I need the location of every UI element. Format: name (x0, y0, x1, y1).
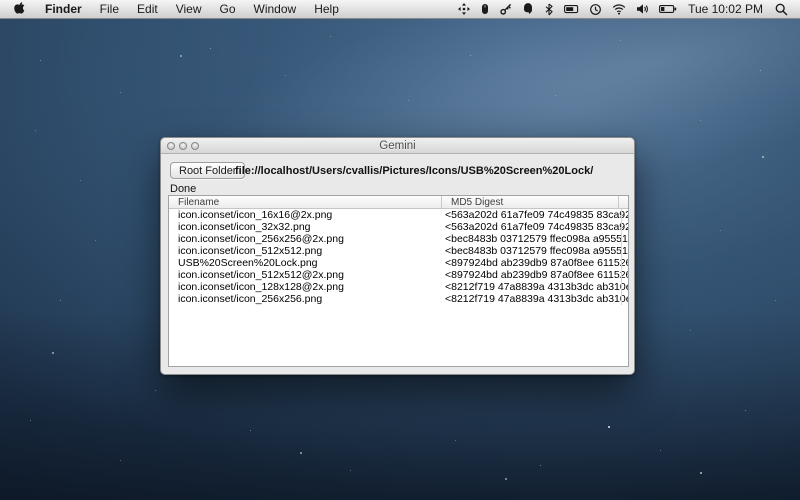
menu-bar-left: Finder File Edit View Go Window Help (0, 0, 348, 18)
cell-md5: <563a202d 61a7fe09 74c49835 83ca92e1> (442, 209, 628, 221)
apple-menu[interactable] (0, 0, 36, 18)
cell-md5: <8212f719 47a8839a 4313b3dc ab310e39> (442, 281, 628, 293)
status-label: Done (170, 183, 196, 195)
cell-filename: icon.iconset/icon_16x16@2x.png (169, 209, 442, 221)
menu-item-go[interactable]: Go (211, 0, 245, 18)
menu-item-window[interactable]: Window (245, 0, 306, 18)
column-divider (621, 209, 622, 305)
menu-item-finder[interactable]: Finder (36, 0, 91, 18)
table-row[interactable]: icon.iconset/icon_512x512.png <bec8483b … (169, 245, 628, 257)
menu-bar-clock[interactable]: Tue 10:02 PM (682, 0, 771, 19)
table-row[interactable]: icon.iconset/icon_256x256@2x.png <bec848… (169, 233, 628, 245)
cell-filename: icon.iconset/icon_128x128@2x.png (169, 281, 442, 293)
table-body: icon.iconset/icon_16x16@2x.png <563a202d… (169, 209, 628, 305)
cell-md5: <897924bd ab239db9 87a0f8ee 611526c5> (442, 269, 628, 281)
spotlight-icon[interactable] (771, 0, 800, 18)
cell-filename: icon.iconset/icon_256x256@2x.png (169, 233, 442, 245)
cell-md5: <897924bd ab239db9 87a0f8ee 611526c5> (442, 257, 628, 269)
table-row[interactable]: USB%20Screen%20Lock.png <897924bd ab239d… (169, 257, 628, 269)
cell-filename: icon.iconset/icon_32x32.png (169, 221, 442, 233)
gemini-window: Gemini Root Folder file://localhost/User… (160, 137, 635, 375)
bluetooth-icon[interactable] (539, 0, 559, 18)
table-row[interactable]: icon.iconset/icon_32x32.png <563a202d 61… (169, 221, 628, 233)
title-bar[interactable]: Gemini (161, 138, 634, 154)
evernote-icon[interactable] (517, 0, 539, 18)
menu-bar-status-area: Tue 10:02 PM (453, 0, 800, 18)
apple-logo-icon (14, 1, 26, 18)
table-header: Filename MD5 Digest (169, 196, 628, 209)
cell-filename: icon.iconset/icon_256x256.png (169, 293, 442, 305)
table-row[interactable]: icon.iconset/icon_16x16@2x.png <563a202d… (169, 209, 628, 221)
cell-filename: icon.iconset/icon_512x512.png (169, 245, 442, 257)
keyboard-battery-icon[interactable] (559, 0, 584, 18)
cell-md5: <8212f719 47a8839a 4313b3dc ab310e39> (442, 293, 628, 305)
table-row[interactable]: icon.iconset/icon_512x512@2x.png <897924… (169, 269, 628, 281)
cell-md5: <bec8483b 03712579 ffec098a a9555180> (442, 245, 628, 257)
column-header-filename[interactable]: Filename (169, 196, 442, 208)
mouse-icon[interactable] (475, 0, 495, 18)
column-header-end (619, 196, 628, 208)
menu-item-view[interactable]: View (167, 0, 211, 18)
wifi-icon[interactable] (607, 0, 631, 18)
cell-md5: <563a202d 61a7fe09 74c49835 83ca92e1> (442, 221, 628, 233)
menu-item-file[interactable]: File (91, 0, 128, 18)
battery-icon[interactable] (654, 0, 682, 18)
menu-item-edit[interactable]: Edit (128, 0, 167, 18)
folder-path: file://localhost/Users/cvallis/Pictures/… (235, 165, 593, 177)
table-row[interactable]: icon.iconset/icon_256x256.png <8212f719 … (169, 293, 628, 305)
cell-filename: USB%20Screen%20Lock.png (169, 257, 442, 269)
column-header-md5[interactable]: MD5 Digest (442, 196, 619, 208)
cell-md5: <bec8483b 03712579 ffec098a a9555180> (442, 233, 628, 245)
key-icon[interactable] (495, 0, 517, 18)
cell-filename: icon.iconset/icon_512x512@2x.png (169, 269, 442, 281)
menu-item-help[interactable]: Help (305, 0, 348, 18)
table-row[interactable]: icon.iconset/icon_128x128@2x.png <8212f7… (169, 281, 628, 293)
time-machine-icon[interactable] (584, 0, 607, 18)
arrows-cross-icon[interactable] (453, 0, 475, 18)
window-title: Gemini (161, 138, 634, 154)
md5-table: Filename MD5 Digest icon.iconset/icon_16… (168, 195, 629, 367)
volume-icon[interactable] (631, 0, 654, 18)
menu-bar: Finder File Edit View Go Window Help (0, 0, 800, 19)
